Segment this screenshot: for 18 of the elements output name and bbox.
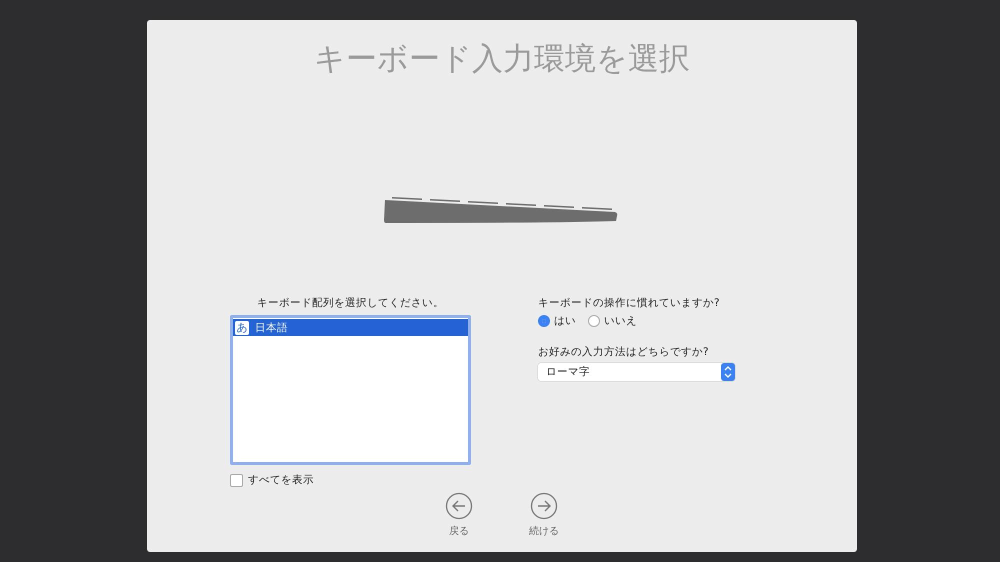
- checkbox[interactable]: [230, 474, 243, 486]
- input-method-dropdown[interactable]: ローマ字: [538, 363, 735, 381]
- radio-label: はい: [554, 314, 576, 328]
- question-label: キーボードの操作に慣れていますか?: [538, 296, 721, 310]
- radio-button[interactable]: [538, 315, 550, 327]
- radio-label: いいえ: [604, 314, 637, 328]
- list-item[interactable]: あ 日本語: [233, 319, 468, 336]
- radio-button[interactable]: [588, 315, 600, 327]
- list-label: キーボード配列を選択してください。: [256, 296, 445, 310]
- hiragana-icon: あ: [235, 320, 249, 334]
- window-title: キーボード入力環境を選択: [313, 40, 691, 79]
- checkbox-label: すべてを表示: [248, 473, 314, 487]
- continue-button[interactable]: 続ける: [530, 492, 558, 538]
- stepper-icon: [721, 363, 735, 381]
- item-label: 日本語: [255, 320, 288, 334]
- layout-list[interactable]: あ 日本語: [230, 315, 471, 465]
- question-label: お好みの入力方法はどちらですか?: [538, 345, 710, 359]
- back-button[interactable]: 戻る: [445, 492, 473, 538]
